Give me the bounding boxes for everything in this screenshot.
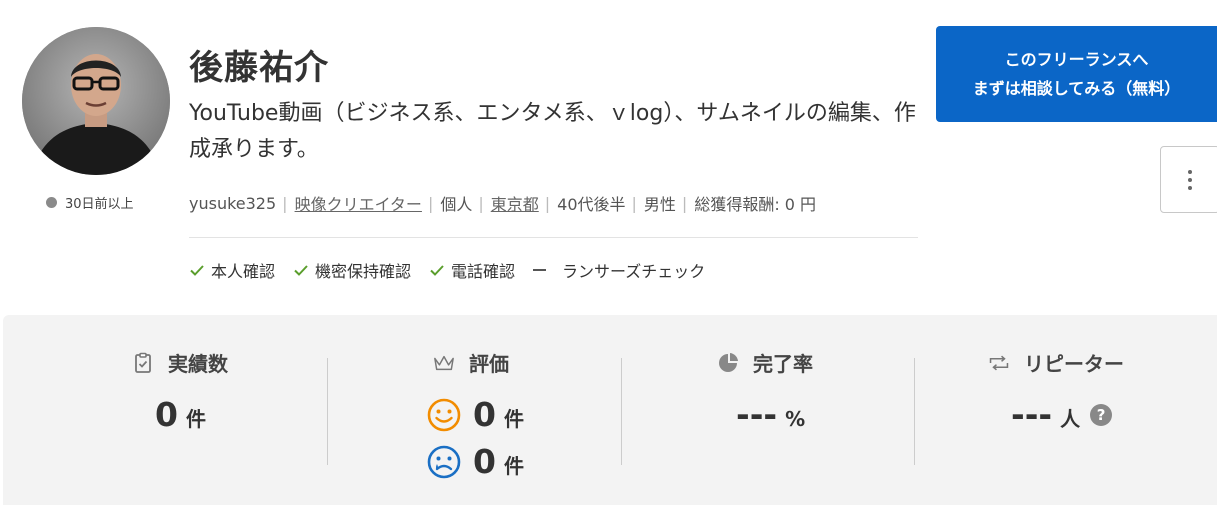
stat-divider [621,358,622,465]
stat-results-label: 実績数 [168,352,228,376]
section-divider [189,237,918,238]
meta-separator: | [478,193,484,213]
stat-completion-value-row: --- % [736,395,805,434]
meta-separator: | [427,193,434,213]
meta-separator: | [631,193,637,213]
checkmark-icon [430,265,444,276]
kebab-dot-icon [1188,169,1192,174]
stat-completion-value: --- [736,395,778,434]
stat-repeater-value-row: --- 人 ? [1011,395,1113,434]
consult-button-line1: このフリーランスへ [1004,50,1149,69]
stat-rating-good-row: 0 件 [427,395,524,434]
stat-rating-bad-row: 0 件 [427,442,524,481]
total-earnings: 総獲得報酬: 0 円 [694,195,817,214]
stat-results-value-row: 0 件 [155,395,206,434]
stat-completion-header: 完了率 [717,348,813,377]
consult-button[interactable]: このフリーランスへ まずは相談してみる（無料） [936,26,1217,122]
verification-label: 機密保持確認 [315,262,412,281]
meta-separator: | [282,193,288,213]
profile-meta: yusuke325 | 映像クリエイター | 個人 | 東京都 | 40代後半 … [189,191,816,215]
verification-label: 電話確認 [451,262,516,281]
kebab-dot-icon [1188,185,1192,190]
stat-repeater-unit: 人 [1060,407,1081,431]
stat-results-unit: 件 [185,407,206,431]
verification-list: 本人確認 機密保持確認 電話確認 ランサーズチェック [189,258,705,282]
stat-rating-bad-unit: 件 [503,454,524,478]
stat-rating-header: 評価 [433,348,509,377]
stat-rating-label: 評価 [469,352,509,376]
verification-label: 本人確認 [211,262,276,281]
profile-gender: 男性 [643,195,676,214]
stat-results-value: 0 [155,395,178,434]
username: yusuke325 [189,193,277,213]
profile-age: 40代後半 [557,195,626,214]
repeat-icon [989,355,1009,370]
more-options-button[interactable] [1160,146,1217,213]
dash-icon [533,269,547,271]
profile-avatar [22,27,170,175]
status-dot-icon [46,197,57,208]
pie-chart-icon [719,352,738,372]
stat-completion-label: 完了率 [753,352,813,376]
occupation-link[interactable]: 映像クリエイター [295,191,422,215]
meta-separator: | [681,193,688,213]
kebab-dot-icon [1188,177,1192,182]
verification-nda: 機密保持確認 [293,258,411,282]
verification-label: ランサーズチェック [562,262,706,281]
stat-divider [914,358,915,465]
checkmark-icon [190,265,204,276]
verification-identity: 本人確認 [189,258,275,282]
profile-name: 後藤祐介 [189,48,329,88]
help-icon[interactable]: ? [1090,403,1113,426]
smile-face-icon [427,398,461,431]
stats-panel: 実績数 0 件 評価 0 件 0 件 完了率 --- % リピーター --- 人… [3,315,1217,505]
stat-rating-bad-value: 0 [473,442,496,481]
clipboard-check-icon [135,352,151,373]
consult-button-line2: まずは相談してみる（無料） [972,79,1181,98]
stat-completion-unit: % [785,407,806,431]
sad-face-icon [427,445,461,478]
stat-results-header: 実績数 [132,348,228,377]
stat-rating-good-value: 0 [473,395,496,434]
crown-icon [434,355,454,370]
profile-catchphrase: YouTube動画（ビジネス系、エンタメ系、ｖlog）、サムネイルの編集、作成承… [189,101,916,162]
verification-phone: 電話確認 [429,258,515,282]
stat-rating-good-unit: 件 [503,407,524,431]
online-status: 30日前以上 [46,193,134,212]
stat-repeater-label: リピーター [1024,352,1124,376]
stat-divider [327,358,328,465]
verification-lancers-check: ランサーズチェック [533,258,705,282]
stat-repeater-header: リピーター [988,348,1124,377]
profile-type: 個人 [440,195,473,214]
meta-separator: | [544,193,551,213]
online-status-label: 30日前以上 [65,197,134,212]
stat-repeater-value: --- [1011,395,1053,434]
checkmark-icon [294,265,308,276]
location-link[interactable]: 東京都 [491,191,539,215]
